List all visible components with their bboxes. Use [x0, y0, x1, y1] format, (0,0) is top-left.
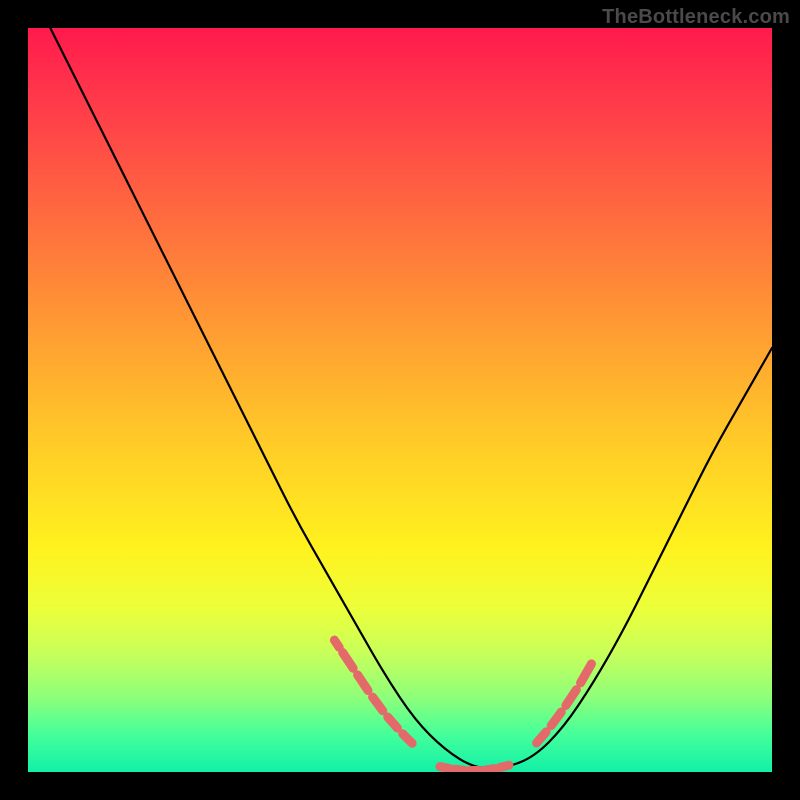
highlight-segment-right: [537, 664, 592, 743]
chart-svg: [28, 28, 772, 772]
highlight-dash: [334, 640, 339, 647]
highlight-dash: [440, 767, 450, 769]
highlight-segment-bottom: [440, 765, 509, 770]
highlight-dash: [566, 690, 576, 706]
highlight-dash: [373, 697, 383, 711]
highlight-segment-left: [334, 640, 412, 743]
bottleneck-curve: [28, 28, 772, 768]
highlight-dash: [343, 653, 353, 669]
highlight-dash: [485, 769, 495, 770]
chart-frame: TheBottleneck.com: [0, 0, 800, 800]
highlight-dash: [358, 675, 368, 691]
highlight-dash: [388, 717, 398, 728]
chart-plot-area: [28, 28, 772, 772]
highlight-dash: [581, 664, 592, 683]
attribution-watermark: TheBottleneck.com: [602, 6, 790, 29]
highlight-dash: [551, 712, 561, 726]
highlight-dash: [455, 769, 465, 770]
highlight-dash: [537, 732, 547, 743]
highlight-dash: [403, 734, 413, 744]
highlight-dash: [499, 765, 509, 767]
